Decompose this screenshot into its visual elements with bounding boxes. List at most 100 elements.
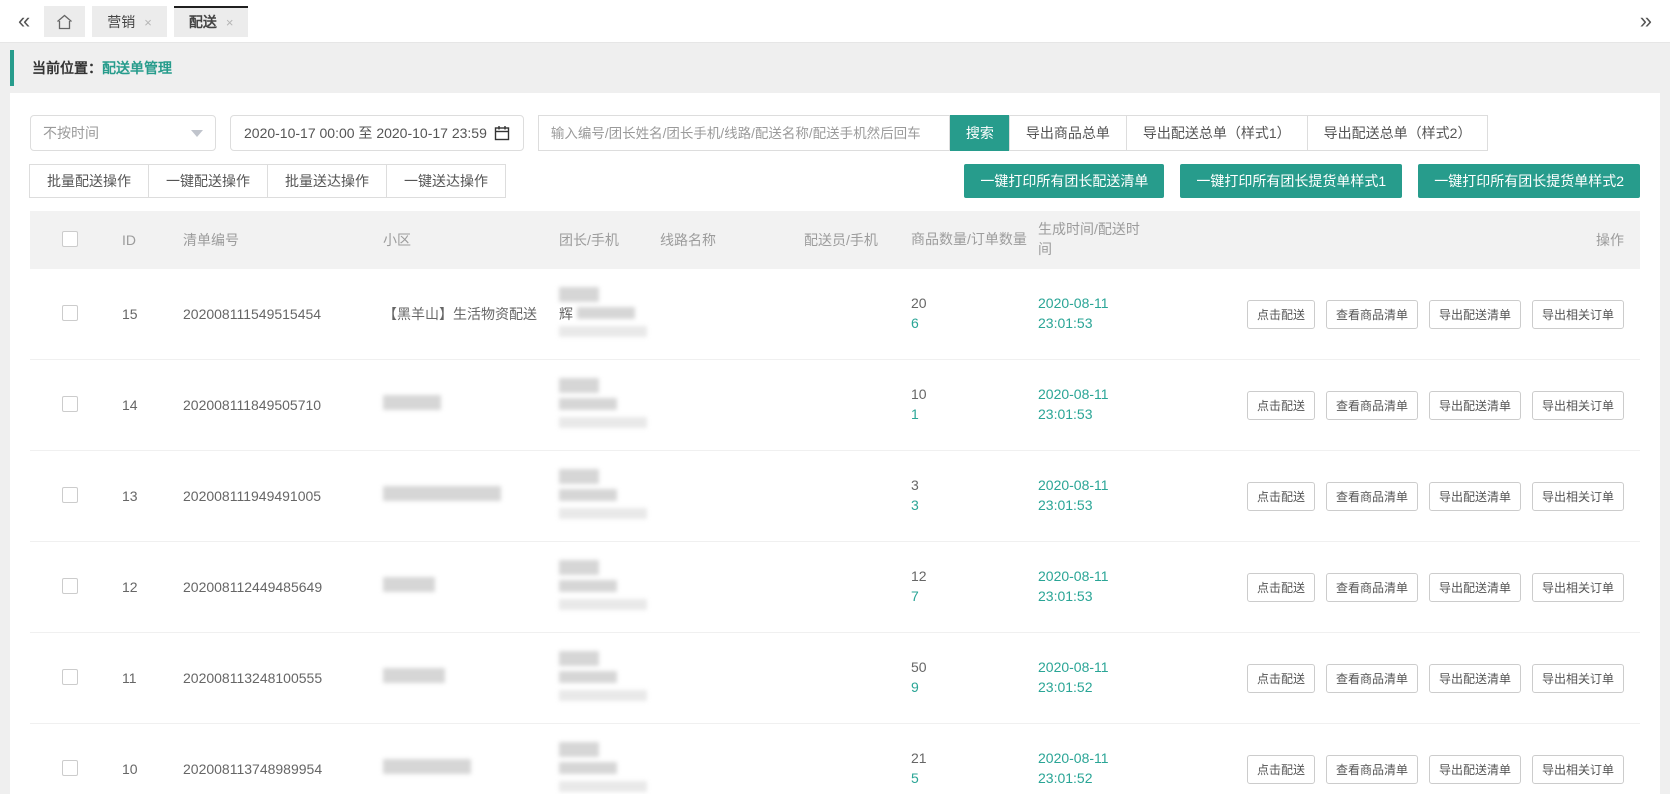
time-mode-select[interactable]: 不按时间 <box>30 115 216 151</box>
export-delivery-list-button[interactable]: 导出配送清单 <box>1429 300 1521 329</box>
tab-home[interactable] <box>44 6 85 37</box>
print-all-leader-delivery-lists-button[interactable]: 一键打印所有团长配送清单 <box>964 164 1164 198</box>
cell-leader <box>559 742 660 794</box>
leader-visible-char: 辉 <box>559 306 573 322</box>
tab-delivery[interactable]: 配送 × <box>174 6 249 37</box>
filter-row: 不按时间 2020-10-17 00:00 至 2020-10-17 23:59… <box>30 115 1640 151</box>
generated-time: 23:01:53 <box>1038 587 1150 607</box>
redacted-leader-name2 <box>559 762 617 774</box>
cell-ops: 点击配送 查看商品清单 导出配送清单 导出相关订单 <box>1150 755 1640 784</box>
click-deliver-button[interactable]: 点击配送 <box>1247 664 1315 693</box>
one-key-delivery-button[interactable]: 一键配送操作 <box>148 164 268 198</box>
search-button[interactable]: 搜索 <box>950 115 1010 151</box>
export-delivery-summary-style2-button[interactable]: 导出配送总单（样式2） <box>1307 115 1489 151</box>
generated-date: 2020-08-11 <box>1038 658 1150 678</box>
print-all-leader-pickup-style1-button[interactable]: 一键打印所有团长提货单样式1 <box>1180 164 1402 198</box>
redacted-leader-name2 <box>559 580 617 592</box>
redacted-leader-phone <box>559 326 647 337</box>
redacted-leader-phone <box>559 599 647 610</box>
cell-list-no: 202008111549515454 <box>183 306 383 322</box>
export-delivery-list-button[interactable]: 导出配送清单 <box>1429 573 1521 602</box>
batch-arrived-button[interactable]: 批量送达操作 <box>267 164 387 198</box>
goods-count: 50 <box>911 658 1038 678</box>
delivery-table: ID 清单编号 小区 团长/手机 线路名称 配送员/手机 商品数量/订单数量 生… <box>30 211 1640 794</box>
export-delivery-list-button[interactable]: 导出配送清单 <box>1429 755 1521 784</box>
view-goods-list-button[interactable]: 查看商品清单 <box>1326 664 1418 693</box>
cell-qty: 21 5 <box>911 749 1038 788</box>
order-count: 1 <box>911 405 1038 425</box>
row-checkbox[interactable] <box>62 578 78 594</box>
export-delivery-list-button[interactable]: 导出配送清单 <box>1429 391 1521 420</box>
cell-id: 12 <box>122 579 183 595</box>
order-count: 3 <box>911 496 1038 516</box>
click-deliver-button[interactable]: 点击配送 <box>1247 482 1315 511</box>
cell-id: 11 <box>122 670 183 686</box>
view-goods-list-button[interactable]: 查看商品清单 <box>1326 755 1418 784</box>
cell-community <box>383 486 559 505</box>
generated-date: 2020-08-11 <box>1038 385 1150 405</box>
batch-action-group: 批量配送操作 一键配送操作 批量送达操作 一键送达操作 <box>30 164 506 198</box>
click-deliver-button[interactable]: 点击配送 <box>1247 300 1315 329</box>
export-related-orders-button[interactable]: 导出相关订单 <box>1532 664 1624 693</box>
cell-list-no: 202008113748989954 <box>183 761 383 777</box>
table-header-row: ID 清单编号 小区 团长/手机 线路名称 配送员/手机 商品数量/订单数量 生… <box>30 211 1640 269</box>
tabs-scroll-right-icon[interactable]: » <box>1636 10 1656 32</box>
action-row: 批量配送操作 一键配送操作 批量送达操作 一键送达操作 一键打印所有团长配送清单… <box>30 164 1640 198</box>
table-body: 15 202008111549515454 【黑羊山】生活物资配送 辉 20 6… <box>30 269 1640 794</box>
breadcrumb-link-delivery-management[interactable]: 配送单管理 <box>102 58 172 78</box>
export-related-orders-button[interactable]: 导出相关订单 <box>1532 300 1624 329</box>
home-icon <box>56 14 73 30</box>
row-checkbox[interactable] <box>62 669 78 685</box>
export-related-orders-button[interactable]: 导出相关订单 <box>1532 391 1624 420</box>
tab-bar: « 营销 × 配送 × » <box>0 0 1670 43</box>
click-deliver-button[interactable]: 点击配送 <box>1247 573 1315 602</box>
one-key-arrived-button[interactable]: 一键送达操作 <box>386 164 506 198</box>
row-checkbox[interactable] <box>62 760 78 776</box>
batch-delivery-button[interactable]: 批量配送操作 <box>29 164 149 198</box>
export-delivery-summary-style1-button[interactable]: 导出配送总单（样式1） <box>1126 115 1308 151</box>
export-delivery-list-button[interactable]: 导出配送清单 <box>1429 482 1521 511</box>
view-goods-list-button[interactable]: 查看商品清单 <box>1326 391 1418 420</box>
print-all-leader-pickup-style2-button[interactable]: 一键打印所有团长提货单样式2 <box>1418 164 1640 198</box>
cell-list-no: 202008113248100555 <box>183 670 383 686</box>
export-related-orders-button[interactable]: 导出相关订单 <box>1532 482 1624 511</box>
tab-list: 营销 × 配送 × <box>44 0 255 42</box>
close-icon[interactable]: × <box>226 15 234 30</box>
order-count: 9 <box>911 678 1038 698</box>
cell-id: 14 <box>122 397 183 413</box>
goods-count: 20 <box>911 294 1038 314</box>
row-checkbox[interactable] <box>62 396 78 412</box>
goods-count: 21 <box>911 749 1038 769</box>
redacted-leader-name <box>559 560 599 575</box>
export-goods-summary-button[interactable]: 导出商品总单 <box>1009 115 1127 151</box>
view-goods-list-button[interactable]: 查看商品清单 <box>1326 573 1418 602</box>
tab-marketing-label: 营销 <box>107 12 135 32</box>
export-related-orders-button[interactable]: 导出相关订单 <box>1532 573 1624 602</box>
generated-time: 23:01:53 <box>1038 496 1150 516</box>
tabs-scroll-left-icon[interactable]: « <box>14 10 34 32</box>
click-deliver-button[interactable]: 点击配送 <box>1247 755 1315 784</box>
goods-count: 3 <box>911 476 1038 496</box>
redacted-leader-phone <box>559 690 647 701</box>
export-related-orders-button[interactable]: 导出相关订单 <box>1532 755 1624 784</box>
search-input[interactable] <box>538 115 950 151</box>
calendar-icon <box>494 125 510 141</box>
tab-marketing[interactable]: 营销 × <box>92 6 167 37</box>
main-panel: 不按时间 2020-10-17 00:00 至 2020-10-17 23:59… <box>10 93 1660 794</box>
redacted-community <box>383 759 471 774</box>
date-range-picker[interactable]: 2020-10-17 00:00 至 2020-10-17 23:59 <box>230 115 524 151</box>
redacted-leader-name <box>559 378 599 393</box>
redacted-leader-name2 <box>559 398 617 410</box>
header-id: ID <box>122 232 183 248</box>
row-checkbox[interactable] <box>62 487 78 503</box>
click-deliver-button[interactable]: 点击配送 <box>1247 391 1315 420</box>
select-all-checkbox[interactable] <box>62 231 78 247</box>
row-checkbox[interactable] <box>62 305 78 321</box>
redacted-community <box>383 486 501 501</box>
view-goods-list-button[interactable]: 查看商品清单 <box>1326 300 1418 329</box>
cell-ops: 点击配送 查看商品清单 导出配送清单 导出相关订单 <box>1150 300 1640 329</box>
cell-community <box>383 577 559 596</box>
view-goods-list-button[interactable]: 查看商品清单 <box>1326 482 1418 511</box>
export-delivery-list-button[interactable]: 导出配送清单 <box>1429 664 1521 693</box>
close-icon[interactable]: × <box>144 15 152 30</box>
